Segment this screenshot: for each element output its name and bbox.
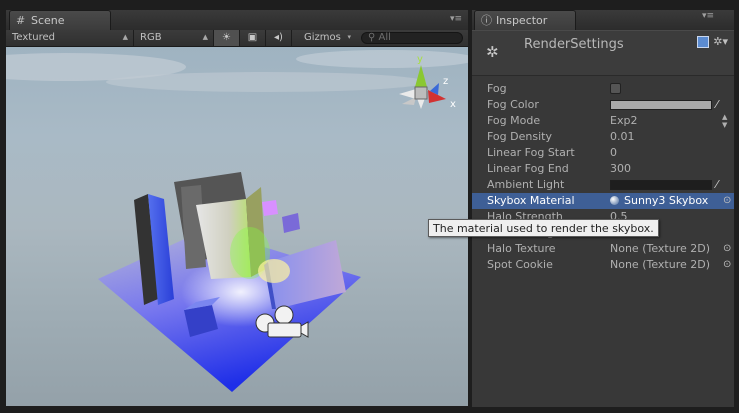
property-label: Linear Fog Start xyxy=(487,146,575,159)
info-icon: ⓘ xyxy=(481,14,492,27)
tab-inspector[interactable]: ⓘ Inspector xyxy=(474,10,576,30)
settings-gear-icon[interactable]: ✲▾ xyxy=(713,35,728,48)
tab-scene[interactable]: # Scene xyxy=(9,10,111,30)
gizmos-label: Gizmos xyxy=(304,32,341,43)
scene-panel-menu-icon[interactable]: ▾≡ xyxy=(450,14,462,24)
fog-checkbox[interactable] xyxy=(610,83,621,94)
inspector-tab-bar: ⓘ Inspector ▾≡ xyxy=(472,10,734,30)
object-picker-icon[interactable]: ⊙ xyxy=(723,193,731,209)
help-book-icon[interactable] xyxy=(697,36,710,48)
render-mode-value: Textured xyxy=(12,32,55,43)
grid-icon: # xyxy=(16,14,26,27)
channel-mode-dropdown[interactable]: RGB ▲ xyxy=(134,30,214,46)
property-row-fog-mode[interactable]: Fog Mode Exp2 ▲ ▼ xyxy=(472,113,734,129)
property-label: Skybox Material xyxy=(487,194,575,207)
audio-toggle-button[interactable]: ◂) xyxy=(266,30,292,46)
scene-viewport[interactable]: y z x xyxy=(6,47,468,406)
property-value[interactable]: None (Texture 2D) xyxy=(610,257,710,273)
spinner-icon: ▲ ▼ xyxy=(722,113,728,129)
header-icons: ✲▾ xyxy=(693,35,728,48)
search-placeholder: All xyxy=(378,32,391,43)
speaker-icon: ◂) xyxy=(274,32,283,43)
render-mode-dropdown[interactable]: Textured ▲ xyxy=(6,30,134,46)
property-label: Ambient Light xyxy=(487,178,565,191)
color-field[interactable] xyxy=(610,100,712,110)
property-value[interactable]: Exp2 xyxy=(610,113,637,129)
render-settings-gear-icon: ✲ xyxy=(486,43,499,61)
inspector-title: RenderSettings xyxy=(524,37,624,52)
inspector-header: ✲ RenderSettings ✲▾ xyxy=(472,31,734,76)
channel-mode-value: RGB xyxy=(140,32,162,43)
property-label: Halo Texture xyxy=(487,242,556,255)
scene-toolbar: Textured ▲ RGB ▲ ☀ ▣ ◂) Gizmos ▾ ⚲ All xyxy=(6,30,468,47)
gizmo-y-label: y xyxy=(417,54,423,65)
sun-icon: ☀ xyxy=(222,32,231,43)
property-row-halo-texture[interactable]: Halo Texture None (Texture 2D) ⊙ xyxy=(472,241,734,257)
image-icon: ▣ xyxy=(247,32,258,43)
property-label: Fog xyxy=(487,82,507,95)
spinner-icon: ▲ xyxy=(202,33,208,41)
spinner-icon: ▲ xyxy=(122,33,128,41)
eyedropper-icon[interactable]: ⁄ xyxy=(716,97,718,113)
property-label: Linear Fog End xyxy=(487,162,569,175)
inspector-tab-label: Inspector xyxy=(496,14,548,27)
object-picker-icon[interactable]: ⊙ xyxy=(723,257,731,273)
property-value-text: Sunny3 Skybox xyxy=(624,194,709,207)
eyedropper-icon[interactable]: ⁄ xyxy=(716,177,718,193)
scene-tab-bar: # Scene ▾≡ xyxy=(6,10,468,30)
property-row-linear-fog-end[interactable]: Linear Fog End 300 xyxy=(472,161,734,177)
gizmo-z-label: z xyxy=(443,76,448,87)
property-row-ambient-light[interactable]: Ambient Light ⁄ xyxy=(472,177,734,193)
property-label: Fog Mode xyxy=(487,114,541,127)
scene-render: y z x xyxy=(6,50,468,392)
property-label: Fog Color xyxy=(487,98,539,111)
property-value[interactable]: Sunny3 Skybox xyxy=(610,193,708,209)
property-value[interactable]: None (Texture 2D) xyxy=(610,241,710,257)
chevron-down-icon: ▾ xyxy=(347,33,351,41)
property-row-spot-cookie[interactable]: Spot Cookie None (Texture 2D) ⊙ xyxy=(472,257,734,273)
editor-window: # Scene ▾≡ Textured ▲ RGB ▲ ☀ ▣ ◂) Gizmos ▾ … xyxy=(0,0,739,413)
gizmo-x-label: x xyxy=(450,99,456,110)
property-row-fog-color[interactable]: Fog Color ⁄ xyxy=(472,97,734,113)
property-row-fog[interactable]: Fog xyxy=(472,81,734,97)
property-value[interactable]: 300 xyxy=(610,161,631,177)
inspector-panel-menu-icon[interactable]: ▾≡ xyxy=(702,11,714,21)
property-row-linear-fog-start[interactable]: Linear Fog Start 0 xyxy=(472,145,734,161)
material-sphere-icon xyxy=(610,196,619,205)
property-value[interactable]: 0.01 xyxy=(610,129,635,145)
gizmos-dropdown[interactable]: Gizmos ▾ xyxy=(298,30,356,46)
property-label: Fog Density xyxy=(487,130,552,143)
lighting-toggle-button[interactable]: ☀ xyxy=(214,30,240,46)
scene-tab-label: Scene xyxy=(31,14,65,27)
search-icon: ⚲ xyxy=(368,32,376,43)
property-value[interactable]: 0 xyxy=(610,145,617,161)
color-field[interactable] xyxy=(610,180,712,190)
skybox-tooltip: The material used to render the skybox. xyxy=(428,219,659,237)
property-label: Spot Cookie xyxy=(487,258,553,271)
object-picker-icon[interactable]: ⊙ xyxy=(723,241,731,257)
scene-search-input[interactable]: ⚲ All xyxy=(361,32,463,44)
property-row-skybox-material[interactable]: Skybox Material Sunny3 Skybox ⊙ xyxy=(472,193,734,209)
skybox-toggle-button[interactable]: ▣ xyxy=(240,30,266,46)
property-row-fog-density[interactable]: Fog Density 0.01 xyxy=(472,129,734,145)
